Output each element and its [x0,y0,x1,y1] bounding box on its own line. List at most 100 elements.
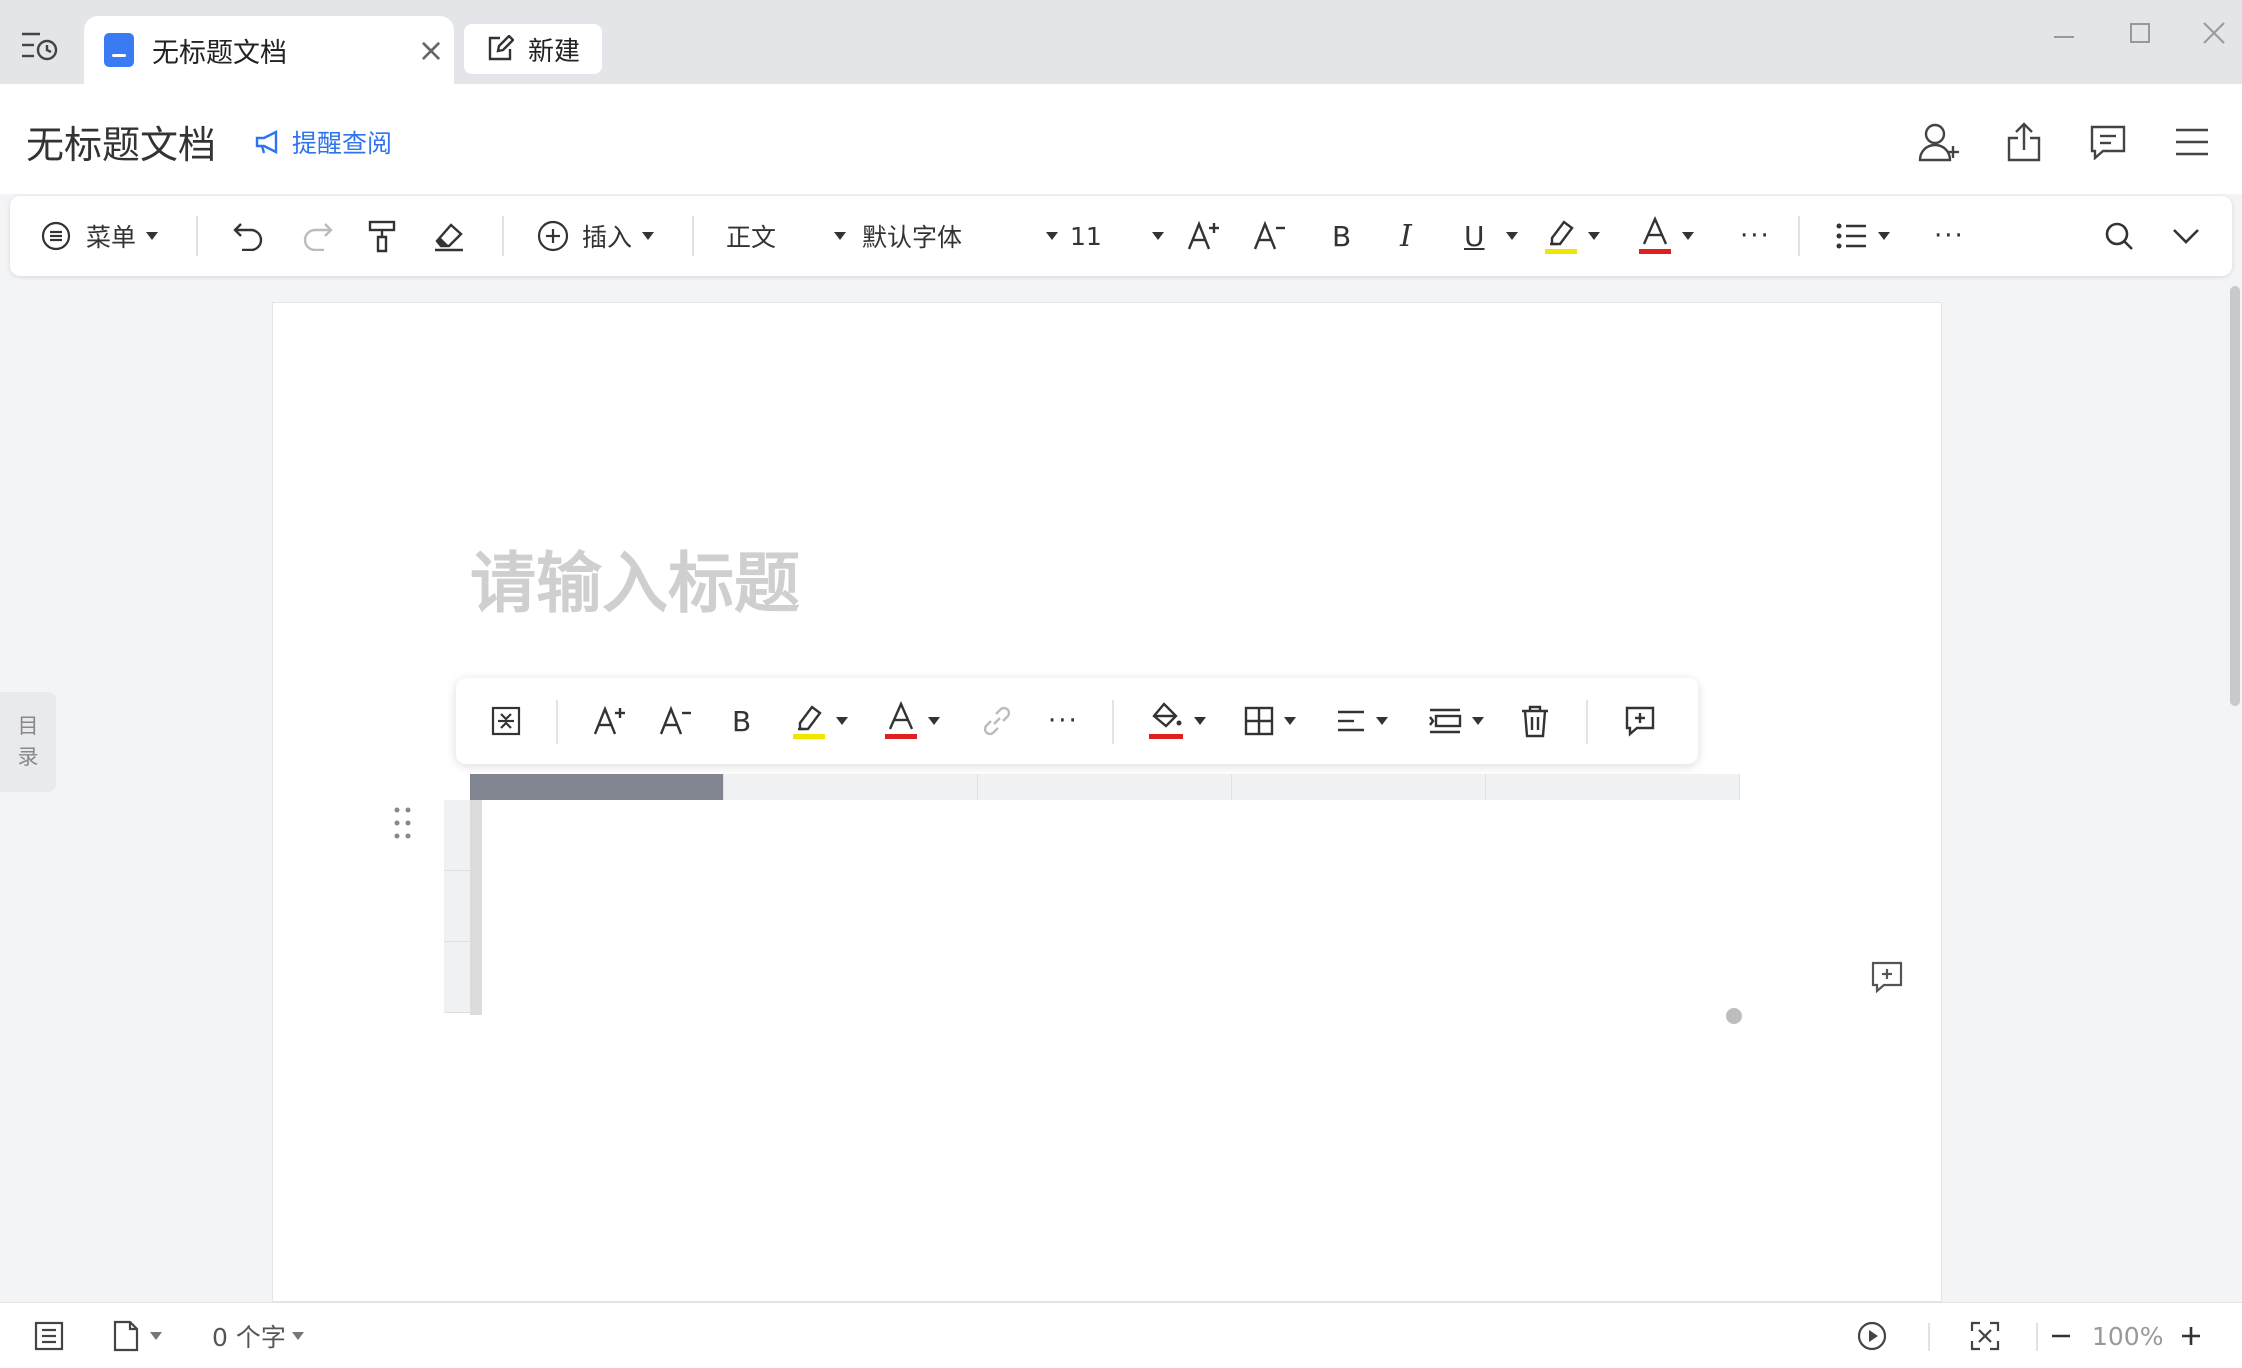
delete-table-icon[interactable] [1520,678,1550,764]
row-header-3[interactable] [444,942,470,1013]
zoom-in-icon[interactable] [2178,1303,2204,1368]
insert-row-col-button[interactable] [1428,678,1484,764]
align-button[interactable] [1336,678,1388,764]
add-comment-icon[interactable] [1870,960,1906,996]
table-of-contents-tab[interactable]: 目 录 [0,692,56,792]
chevron-down-icon [1194,717,1206,725]
divider [1798,216,1800,256]
tab-untitled-document[interactable]: 无标题文档 × [84,16,454,84]
comment-icon[interactable] [2084,118,2132,166]
document-title[interactable]: 无标题文档 [26,114,216,169]
row-header-2[interactable] [444,871,470,942]
list-button[interactable] [1836,196,1890,276]
add-comment-icon[interactable] [1624,678,1656,764]
highlight-button[interactable] [792,678,848,764]
table-cell[interactable] [478,800,482,873]
document-list-icon[interactable] [20,30,60,66]
divider [1586,700,1588,744]
word-count-button[interactable]: 0 个字 [212,1303,304,1368]
column-header-3[interactable] [978,774,1232,800]
select-table-icon[interactable] [490,678,522,764]
more-button-2[interactable]: ··· [1934,196,1965,276]
decrease-font-icon[interactable] [1252,196,1288,276]
insert-button[interactable]: 插入 [536,196,655,276]
title-placeholder[interactable]: 请输入标题 [470,530,800,626]
underline-options[interactable] [1496,196,1518,276]
add-collaborator-icon[interactable] [1916,118,1964,166]
menu-label: 菜单 [86,223,137,252]
chevron-down-icon [1376,717,1388,725]
table-resize-handle[interactable] [1723,1005,1745,1027]
collapse-toolbar-icon[interactable] [2172,196,2200,276]
increase-font-icon[interactable] [1186,196,1222,276]
new-button-label: 新建 [528,36,581,67]
highlighter-icon [793,705,825,739]
word-count: 0 个字 [212,1323,286,1352]
align-left-icon [1338,710,1364,732]
play-icon[interactable] [1856,1303,1888,1368]
title-bar: 无标题文档 × 新建 [0,0,2242,84]
outline-view-icon[interactable] [34,1303,64,1368]
share-icon[interactable] [2000,118,2048,166]
zoom-level[interactable]: 100% [2092,1303,2163,1368]
chevron-down-icon [291,1332,304,1340]
font-size-select[interactable]: 11 [1070,196,1164,276]
increase-font-icon[interactable] [592,678,628,764]
toc-label-2: 录 [17,745,39,769]
divider [556,700,558,744]
table-cell[interactable] [478,871,482,944]
more-menu-icon[interactable] [2168,118,2216,166]
more-button[interactable]: ··· [1048,678,1079,764]
document-header: 无标题文档 提醒查阅 [0,84,2242,194]
underline-button[interactable]: U [1464,196,1485,276]
close-window-icon[interactable] [2184,8,2242,58]
table-cell[interactable] [478,942,482,1015]
chevron-down-icon [1682,232,1694,240]
table-row [470,942,482,1015]
chevron-down-icon [146,232,159,240]
chevron-down-icon [1284,717,1296,725]
paragraph-style-select[interactable]: 正文 [726,196,846,276]
column-header-1[interactable] [470,774,724,800]
decrease-font-icon[interactable] [658,678,694,764]
bold-button[interactable]: B [1332,196,1351,276]
bold-button[interactable]: B [732,678,751,764]
page-view-button[interactable] [112,1303,162,1368]
column-header-5[interactable] [1486,774,1740,800]
divider [1928,1323,1930,1351]
zoom-out-icon[interactable] [2048,1303,2074,1368]
chevron-down-icon [836,717,848,725]
document-page[interactable] [272,302,1942,1302]
minimize-icon[interactable] [2034,8,2094,58]
row-header-1[interactable] [444,800,470,871]
more-button[interactable]: ··· [1740,196,1771,276]
menu-button[interactable]: 菜单 [40,196,159,276]
chevron-down-icon [1506,232,1518,240]
italic-button[interactable]: I [1400,196,1412,276]
search-icon[interactable] [2104,196,2134,276]
new-button[interactable]: 新建 [464,24,602,74]
borders-button[interactable] [1244,678,1296,764]
undo-icon[interactable] [232,196,266,276]
fullscreen-icon[interactable] [1970,1303,2000,1368]
font-color-button[interactable] [884,678,940,764]
remind-review-button[interactable]: 提醒查阅 [254,124,392,160]
cell-fill-button[interactable] [1148,678,1206,764]
clear-format-icon[interactable] [432,196,466,276]
redo-icon[interactable] [300,196,334,276]
close-icon[interactable]: × [408,34,454,66]
insert-row-icon [1429,708,1462,734]
column-header-4[interactable] [1232,774,1486,800]
table-drag-handle[interactable] [392,806,414,840]
chevron-down-icon [928,717,940,725]
font-family-select[interactable]: 默认字体 [862,196,1058,276]
format-painter-icon[interactable] [366,196,398,276]
link-icon[interactable] [980,678,1014,764]
font-color-button[interactable] [1638,196,1694,276]
column-header-2[interactable] [724,774,978,800]
font-color-icon [1639,216,1671,254]
tab-label: 无标题文档 [152,37,287,69]
maximize-icon[interactable] [2110,8,2170,58]
highlight-button[interactable] [1544,196,1600,276]
vertical-scrollbar[interactable] [2230,286,2240,706]
